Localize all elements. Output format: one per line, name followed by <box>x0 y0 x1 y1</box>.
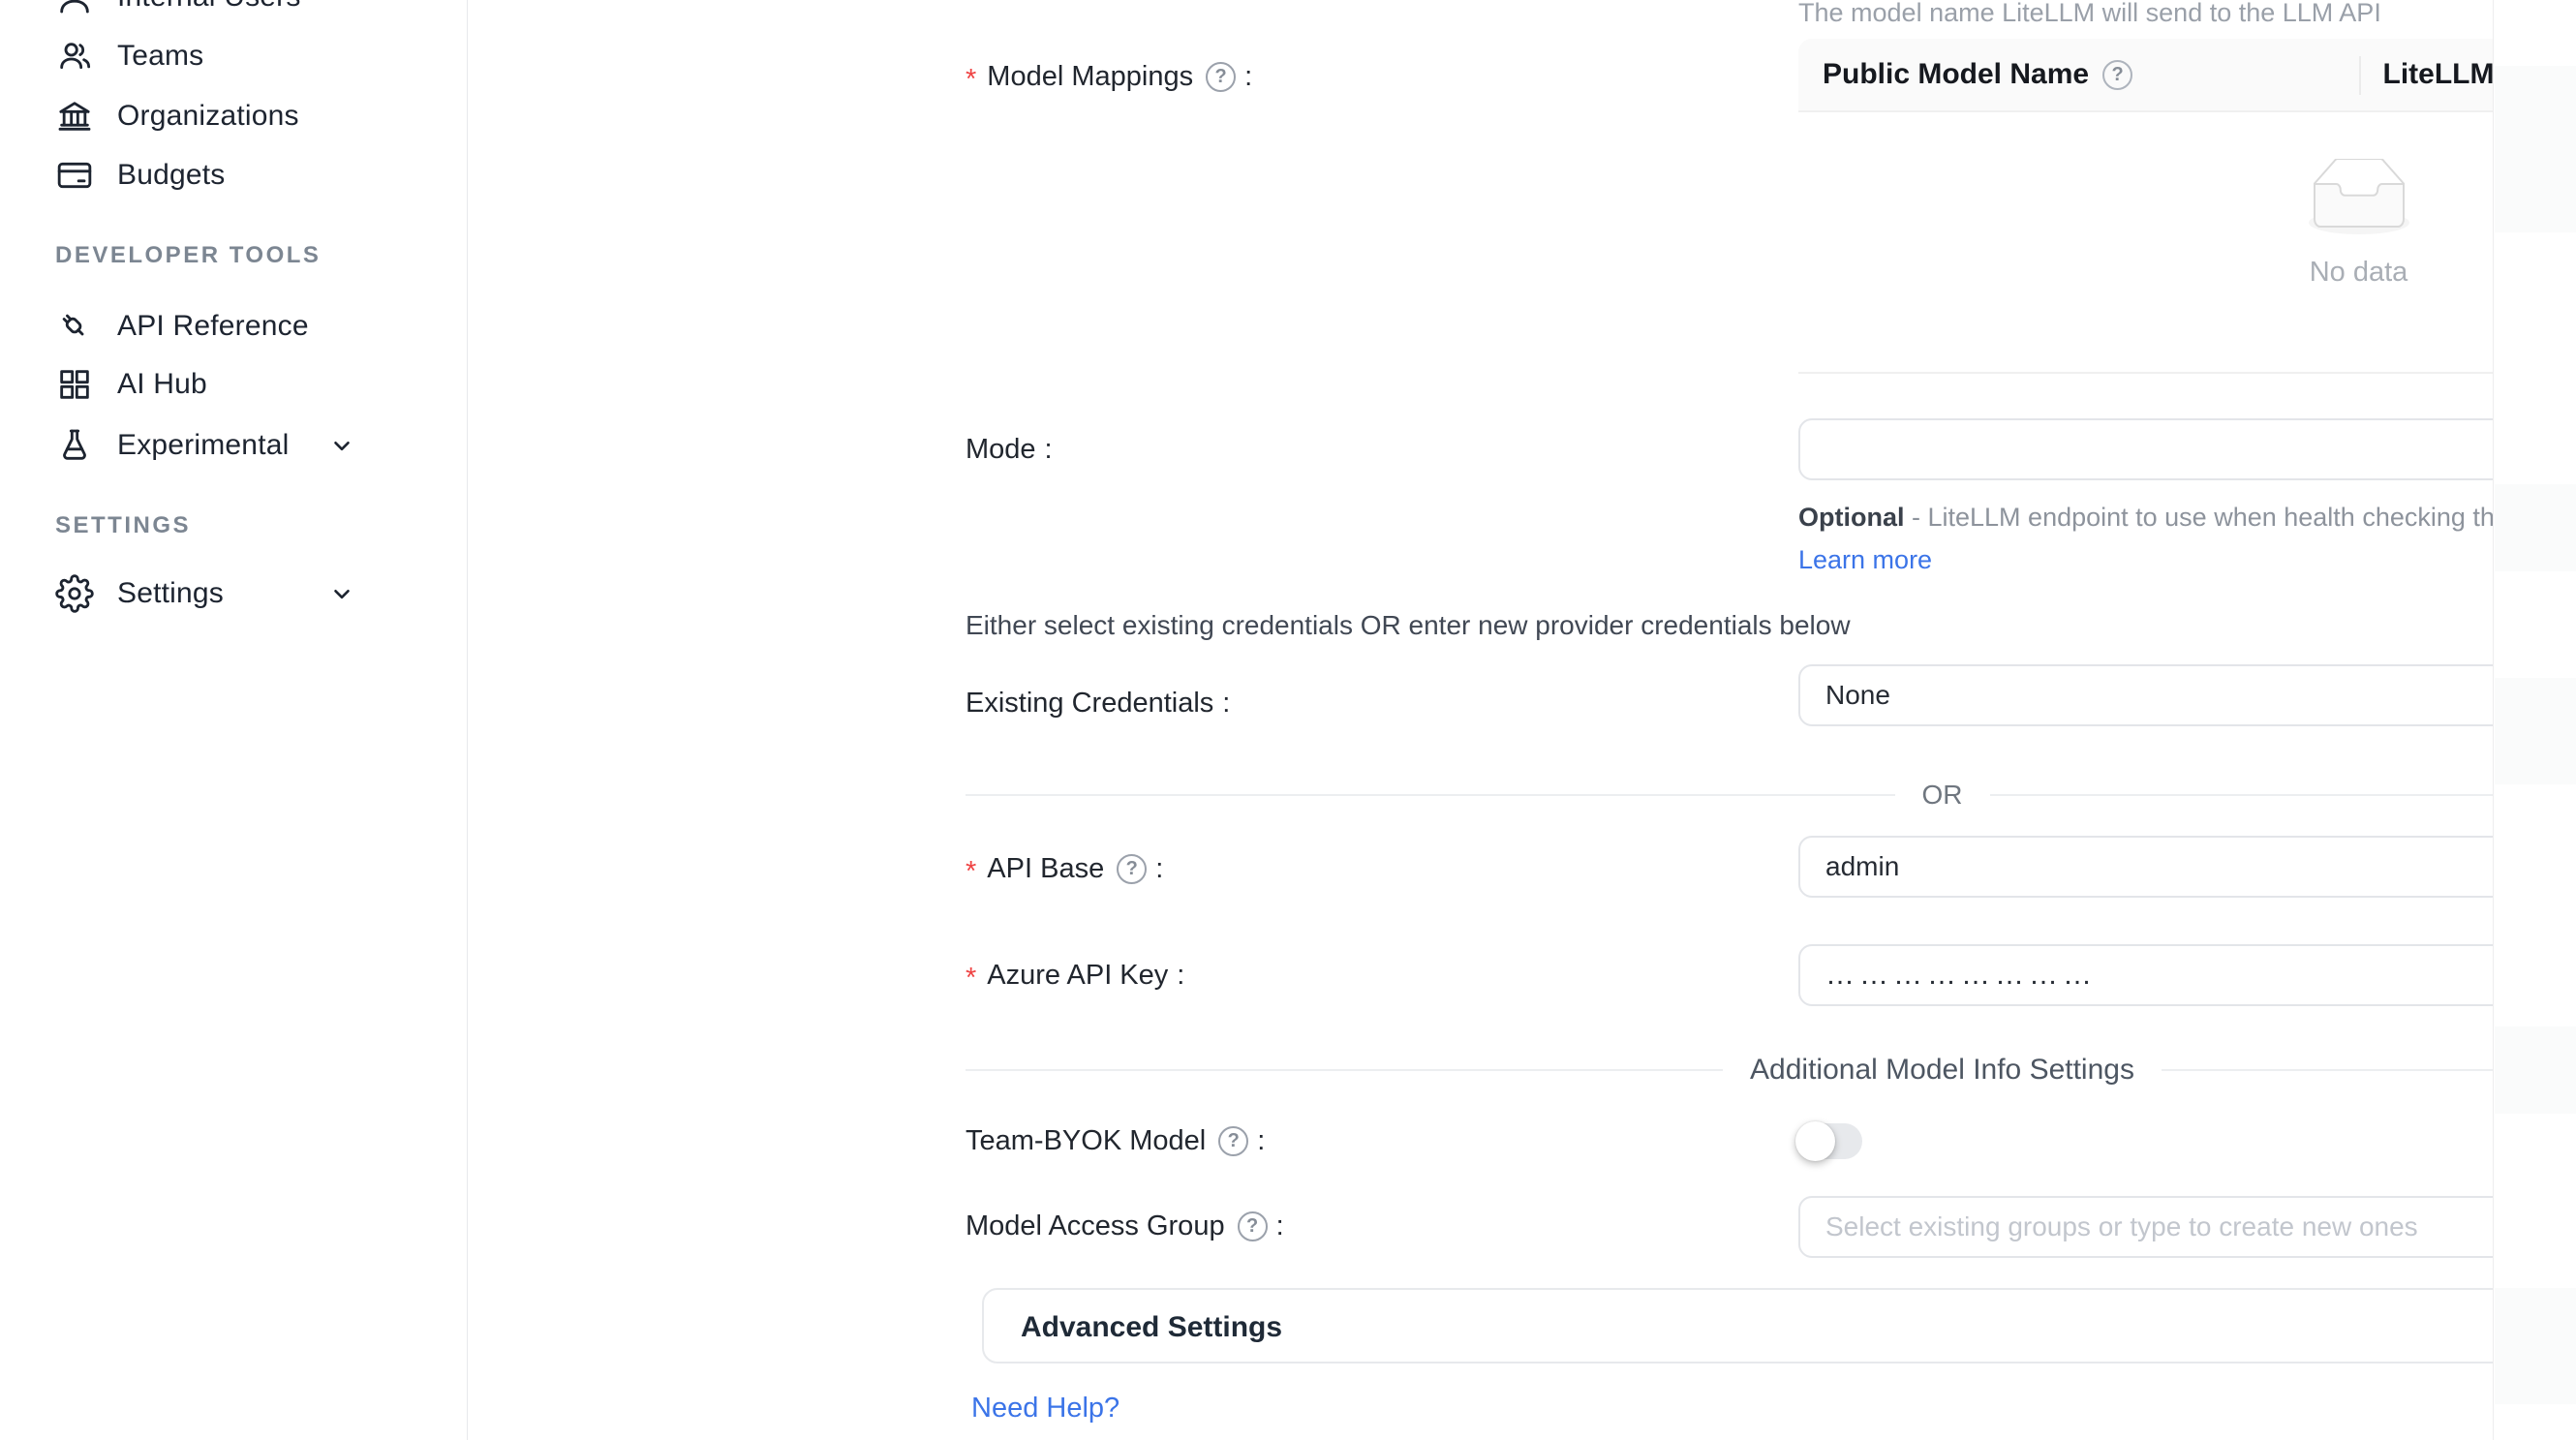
sidebar-item-label: Teams <box>117 40 203 73</box>
mode-label: Mode : <box>966 434 1053 466</box>
model-access-group-select[interactable] <box>1798 1196 2576 1258</box>
model-access-group-input[interactable] <box>1800 1211 2576 1242</box>
azure-api-key-value[interactable] <box>1800 959 2576 992</box>
user-icon <box>55 0 94 16</box>
add-model-form: The model name LiteLLM will send to the … <box>469 0 2576 1440</box>
api-base-value[interactable] <box>1800 851 2576 882</box>
sidebar-item-organizations[interactable]: Organizations <box>0 86 468 146</box>
sidebar-item-label: API Reference <box>117 310 309 343</box>
sidebar-item-label: AI Hub <box>117 368 207 401</box>
sidebar-item-label: Internal Users <box>117 0 301 14</box>
existing-credentials-value[interactable] <box>1800 680 2576 711</box>
mode-help-text: Optional - LiteLLM endpoint to use when … <box>1798 496 2576 581</box>
grid-icon <box>55 365 94 404</box>
page-right-edge <box>2493 0 2576 1440</box>
sidebar-item-settings[interactable]: Settings <box>0 564 468 624</box>
sidebar-section-settings: SETTINGS <box>55 512 191 539</box>
users-icon <box>55 37 94 76</box>
bank-icon <box>55 97 94 136</box>
add-model-page: Internal Users Teams Organizations Budge… <box>0 0 2576 1440</box>
flask-icon <box>55 426 94 465</box>
credit-card-icon <box>55 156 94 195</box>
sidebar-item-experimental[interactable]: Experimental <box>0 415 468 475</box>
sidebar-item-internal-users[interactable]: Internal Users <box>0 0 468 27</box>
gear-icon <box>55 574 94 613</box>
sidebar-item-label: Organizations <box>117 100 299 133</box>
existing-credentials-label: Existing Credentials : <box>966 688 1230 720</box>
api-base-input[interactable] <box>1798 836 2576 898</box>
help-icon[interactable]: ? <box>1238 1211 1268 1241</box>
toggle-knob <box>1795 1121 1835 1161</box>
api-base-label: * API Base ? : <box>966 850 1163 888</box>
table-header-row: Public Model Name ? LiteLLM Model Name ? <box>1798 39 2576 112</box>
sidebar-item-api-reference[interactable]: API Reference <box>0 296 468 356</box>
sidebar-item-ai-hub[interactable]: AI Hub <box>0 354 468 414</box>
or-divider: OR <box>966 780 2576 811</box>
team-byok-label: Team-BYOK Model ? : <box>966 1125 1265 1157</box>
empty-box-icon <box>2297 159 2421 238</box>
credentials-note: Either select existing credentials OR en… <box>966 610 1851 641</box>
or-text: OR <box>1895 780 1990 811</box>
sidebar-item-label: Experimental <box>117 429 289 462</box>
help-icon[interactable]: ? <box>1206 62 1236 92</box>
empty-state: No data <box>1798 159 2576 289</box>
help-icon[interactable]: ? <box>1218 1126 1248 1156</box>
plug-icon <box>55 307 94 346</box>
column-public-model-name: Public Model Name ? <box>1798 39 2359 110</box>
model-access-group-label: Model Access Group ? : <box>966 1210 1284 1242</box>
table-empty-body: No data <box>1798 112 2576 374</box>
need-help-link[interactable]: Need Help? <box>971 1393 1119 1425</box>
team-byok-toggle[interactable] <box>1798 1123 1862 1159</box>
chevron-down-icon <box>329 581 354 606</box>
sidebar-item-budgets[interactable]: Budgets <box>0 145 468 205</box>
model-mappings-label: * Model Mappings ? : <box>966 58 1252 96</box>
sidebar-section-developer-tools: DEVELOPER TOOLS <box>55 242 321 269</box>
chevron-down-icon <box>329 433 354 458</box>
mode-select[interactable] <box>1798 418 2576 480</box>
sidebar-item-label: Settings <box>117 577 224 610</box>
existing-credentials-select[interactable] <box>1798 664 2576 726</box>
azure-api-key-input[interactable] <box>1798 944 2576 1006</box>
additional-model-info-divider: Additional Model Info Settings <box>966 1054 2576 1087</box>
litellm-model-name-description: The model name LiteLLM will send to the … <box>1798 0 2381 28</box>
divider-title: Additional Model Info Settings <box>1723 1054 2162 1087</box>
help-icon[interactable]: ? <box>2102 60 2132 90</box>
empty-text: No data <box>1798 257 2576 289</box>
help-icon[interactable]: ? <box>1117 854 1147 884</box>
model-mappings-table: Public Model Name ? LiteLLM Model Name ? <box>1798 39 2576 374</box>
advanced-settings-title: Advanced Settings <box>1021 1311 1282 1344</box>
required-asterisk: * <box>966 64 976 96</box>
sidebar-item-teams[interactable]: Teams <box>0 26 468 86</box>
sidebar: Internal Users Teams Organizations Budge… <box>0 0 468 1440</box>
required-asterisk: * <box>966 856 976 888</box>
required-asterisk: * <box>966 963 976 995</box>
azure-api-key-label: * Azure API Key : <box>966 957 1184 995</box>
advanced-settings-panel[interactable]: Advanced Settings <box>982 1288 2576 1363</box>
sidebar-item-label: Budgets <box>117 159 225 192</box>
learn-more-link[interactable]: Learn more <box>1798 545 1932 574</box>
